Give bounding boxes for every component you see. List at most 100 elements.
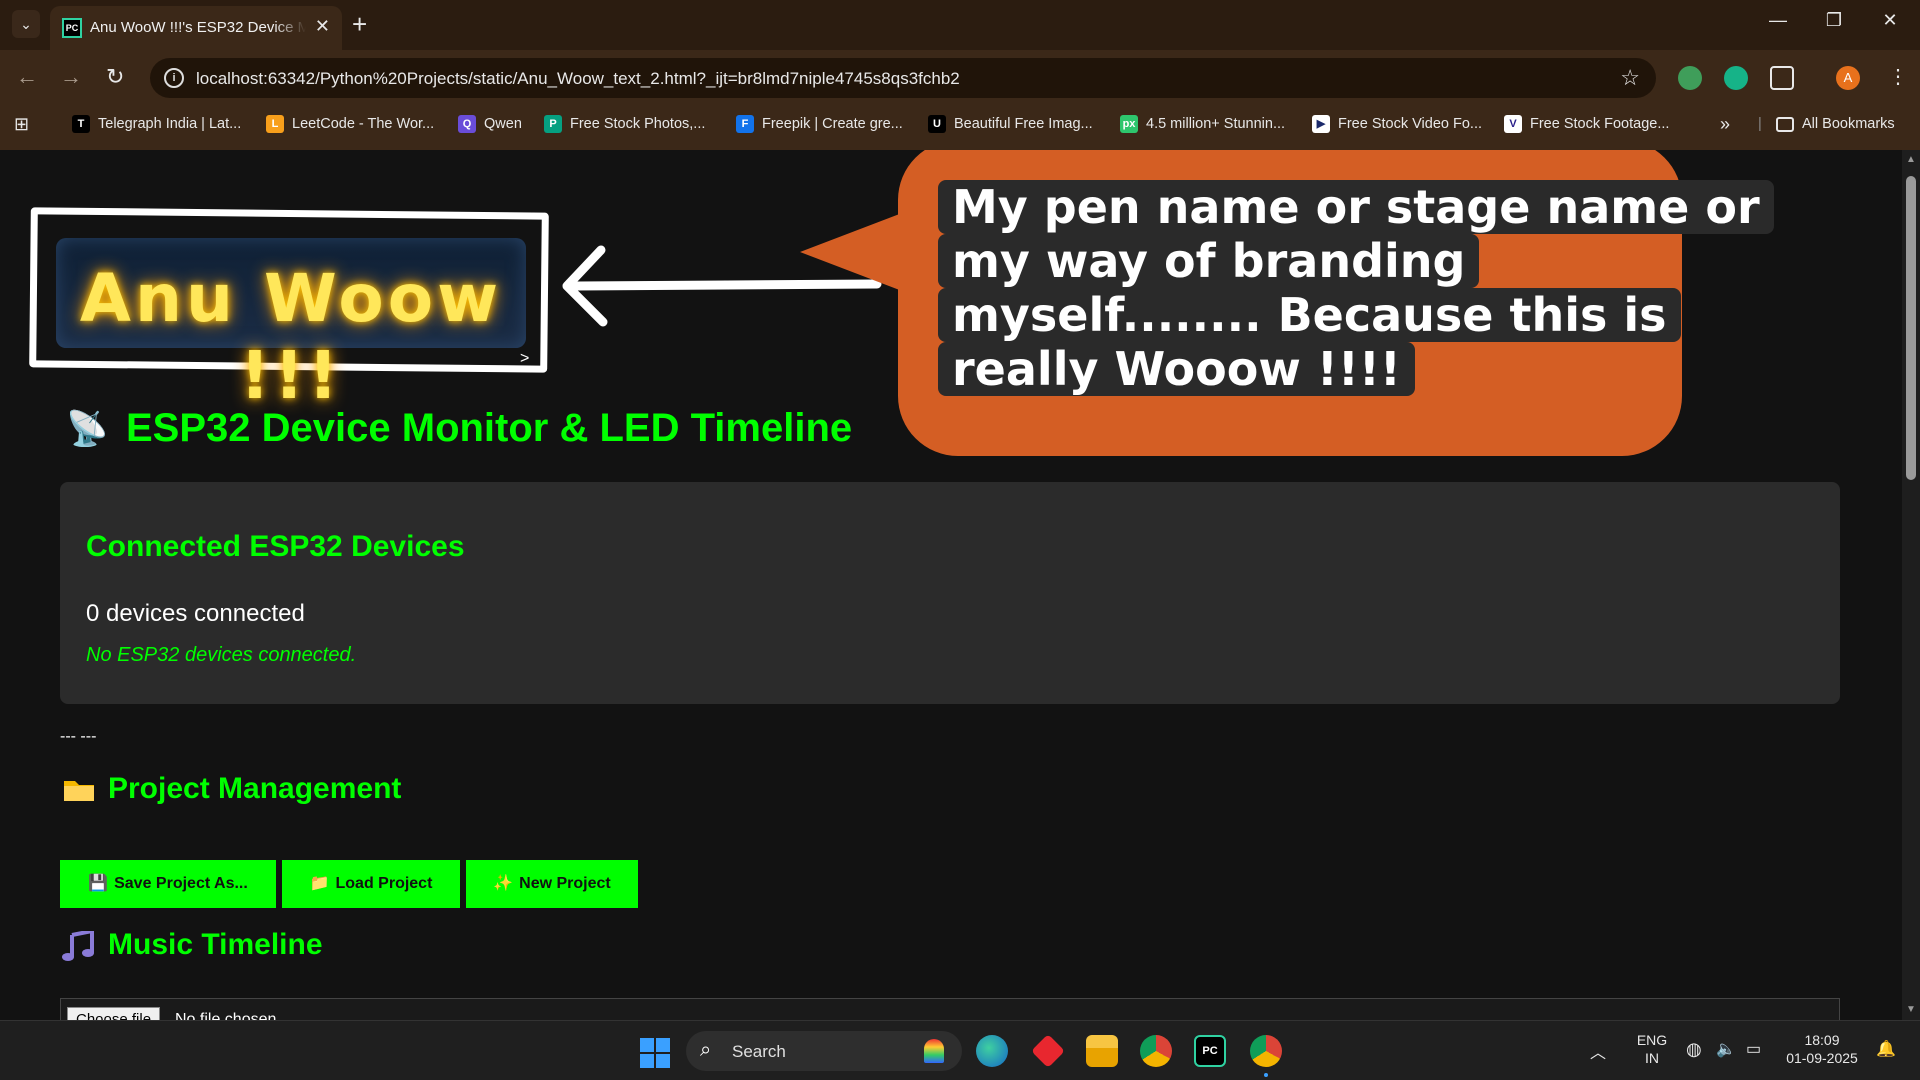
satellite-antenna-icon: 📡 [66, 409, 109, 448]
bookmark-unsplash[interactable]: U Beautiful Free Imag... [928, 106, 1093, 142]
music-notes-icon [62, 928, 96, 961]
choose-file-button[interactable]: Choose file [67, 1007, 161, 1020]
music-timeline-heading-text: Music Timeline [108, 928, 323, 961]
qwen-icon: Q [458, 115, 476, 134]
clock-time: 18:09 [1804, 1032, 1840, 1048]
browser-menu-icon[interactable]: ⋮ [1888, 64, 1908, 89]
volume-icon[interactable]: 🔈 [1716, 1039, 1736, 1059]
browser-tab-bar: ⌄ PC Anu WooW !!!'s ESP32 Device Monitor… [0, 0, 1920, 50]
chrome-profile-icon[interactable] [1250, 1035, 1282, 1067]
new-project-button[interactable]: ✨ New Project [466, 860, 638, 908]
pexels-icon: P [544, 115, 562, 134]
tab-search-chevron-icon[interactable]: ⌄ [12, 10, 40, 38]
browser-toolbar: ← → ↻ i localhost:63342/Python%20Project… [0, 50, 1920, 106]
clock-date: 01-09-2025 [1786, 1050, 1858, 1066]
all-bookmarks-label: All Bookmarks [1802, 116, 1895, 132]
button-label: Load Project [335, 875, 433, 892]
new-tab-button[interactable]: + [352, 9, 367, 40]
language-primary: ENG [1636, 1032, 1668, 1048]
scrollbar-thumb[interactable] [1906, 176, 1916, 480]
bookmark-pixabay[interactable]: px 4.5 million+ Stunnin... [1120, 106, 1285, 142]
file-explorer-icon[interactable] [1086, 1035, 1118, 1067]
bookmark-label: Free Stock Video Fo... [1338, 116, 1482, 132]
language-indicator[interactable]: ENG IN [1630, 1031, 1674, 1067]
pixabay-icon: px [1120, 115, 1138, 134]
no-devices-message: No ESP32 devices connected. [86, 644, 357, 666]
window-minimize-button[interactable]: — [1758, 10, 1798, 31]
tab-close-icon[interactable]: ✕ [315, 16, 330, 37]
windows-taskbar: ⌕ Search PC ︿ ENG IN ◍ 🔈 ▭ 18:09 01-09-2… [0, 1020, 1920, 1080]
bookmark-label: LeetCode - The Wor... [292, 116, 435, 132]
taskbar-search[interactable]: ⌕ Search [686, 1031, 962, 1071]
bookmark-label: 4.5 million+ Stunnin... [1146, 116, 1286, 132]
battery-icon[interactable]: ▭ [1746, 1039, 1761, 1059]
address-bar[interactable]: i localhost:63342/Python%20Projects/stat… [150, 58, 1656, 98]
pycharm-icon[interactable]: PC [1194, 1035, 1226, 1067]
reload-button[interactable]: ↻ [106, 64, 124, 90]
site-info-icon[interactable]: i [164, 68, 184, 88]
edge-browser-icon[interactable] [976, 1035, 1008, 1067]
apps-grid-icon[interactable]: ⊞ [14, 106, 29, 142]
leetcode-icon: L [266, 115, 284, 134]
connected-devices-panel: Connected ESP32 Devices 0 devices connec… [60, 482, 1840, 704]
save-project-as-button[interactable]: 💾 Save Project As... [60, 860, 276, 908]
bookmark-telegraph[interactable]: T Telegraph India | Lat... [72, 106, 241, 142]
bookmark-vecteezy[interactable]: V Free Stock Footage... [1504, 106, 1669, 142]
bookmark-label: Telegraph India | Lat... [98, 116, 242, 132]
address-url[interactable]: localhost:63342/Python%20Projects/static… [196, 69, 960, 89]
freepik-icon: F [736, 115, 754, 134]
project-management-heading: Project Management [62, 772, 401, 806]
pycharm-favicon-icon: PC [62, 18, 82, 38]
load-project-button[interactable]: 📁 Load Project [282, 860, 460, 908]
bookmark-label: Free Stock Photos,... [570, 116, 706, 132]
floppy-disk-icon: 💾 [88, 875, 109, 892]
callout-line: My pen name or stage name or [938, 180, 1774, 234]
grammarly-icon[interactable] [1724, 66, 1748, 90]
search-icon: ⌕ [700, 1039, 712, 1061]
button-label: New Project [519, 875, 611, 892]
scroll-up-icon[interactable]: ▲ [1906, 154, 1916, 165]
bookmark-freepik[interactable]: F Freepik | Create gre... [736, 106, 903, 142]
scroll-down-icon[interactable]: ▼ [1906, 1004, 1916, 1015]
sparkles-icon: ✨ [493, 875, 514, 892]
search-highlight-icon [924, 1039, 944, 1063]
neon-logo-sign: Anu Woow !!! [56, 238, 526, 414]
bookmark-qwen[interactable]: Q Qwen [458, 106, 522, 142]
clock[interactable]: 18:09 01-09-2025 [1784, 1031, 1860, 1067]
window-close-button[interactable]: ✕ [1870, 10, 1910, 31]
profile-avatar[interactable]: A [1836, 66, 1860, 90]
bookmark-videvo[interactable]: ▶ Free Stock Video Fo... [1312, 106, 1482, 142]
tray-chevron-icon[interactable]: ︿ [1590, 1039, 1606, 1063]
forward-button[interactable]: → [60, 64, 82, 90]
page-viewport: Anu Woow !!! > My pen name or stage name… [0, 150, 1902, 1020]
back-button[interactable]: ← [16, 64, 38, 90]
windows-start-icon[interactable] [640, 1038, 670, 1068]
notifications-icon[interactable]: 🔔 [1876, 1039, 1896, 1059]
extension-robot-icon[interactable] [1678, 66, 1702, 90]
telegraph-icon: T [72, 115, 90, 134]
all-bookmarks-button[interactable]: All Bookmarks [1776, 106, 1895, 142]
folder-icon [1776, 116, 1794, 132]
chrome-icon[interactable] [1140, 1035, 1172, 1067]
network-globe-icon[interactable]: ◍ [1686, 1039, 1702, 1060]
taskbar-search-label: Search [732, 1042, 786, 1061]
section-separator: --- --- [60, 728, 97, 745]
tab-title: Anu WooW !!!'s ESP32 Device Monitor [90, 19, 306, 36]
more-bookmarks-icon[interactable]: » [1720, 106, 1730, 142]
browser-tab-active[interactable]: PC Anu WooW !!!'s ESP32 Device Monitor ✕ [50, 6, 342, 50]
folder-icon: 📁 [309, 875, 330, 892]
page-scrollbar[interactable]: ▲ ▼ [1902, 150, 1920, 1020]
project-management-heading-text: Project Management [108, 772, 402, 805]
file-status: No file chosen [175, 1011, 277, 1020]
callout-text: My pen name or stage name or my way of b… [938, 180, 1774, 396]
devices-heading: Connected ESP32 Devices [86, 530, 465, 563]
extensions-puzzle-icon[interactable] [1770, 66, 1794, 90]
bookmark-pexels[interactable]: P Free Stock Photos,... [544, 106, 705, 142]
bookmark-leetcode[interactable]: L LeetCode - The Wor... [266, 106, 434, 142]
bookmark-star-icon[interactable]: ☆ [1620, 65, 1640, 91]
red-app-icon[interactable] [1031, 1034, 1065, 1068]
window-restore-button[interactable]: ❐ [1814, 10, 1854, 31]
music-file-input[interactable]: Choose file No file chosen [60, 998, 1840, 1020]
page-title-text: ESP32 Device Monitor & LED Timeline [126, 406, 853, 450]
video-icon: ▶ [1312, 115, 1330, 134]
